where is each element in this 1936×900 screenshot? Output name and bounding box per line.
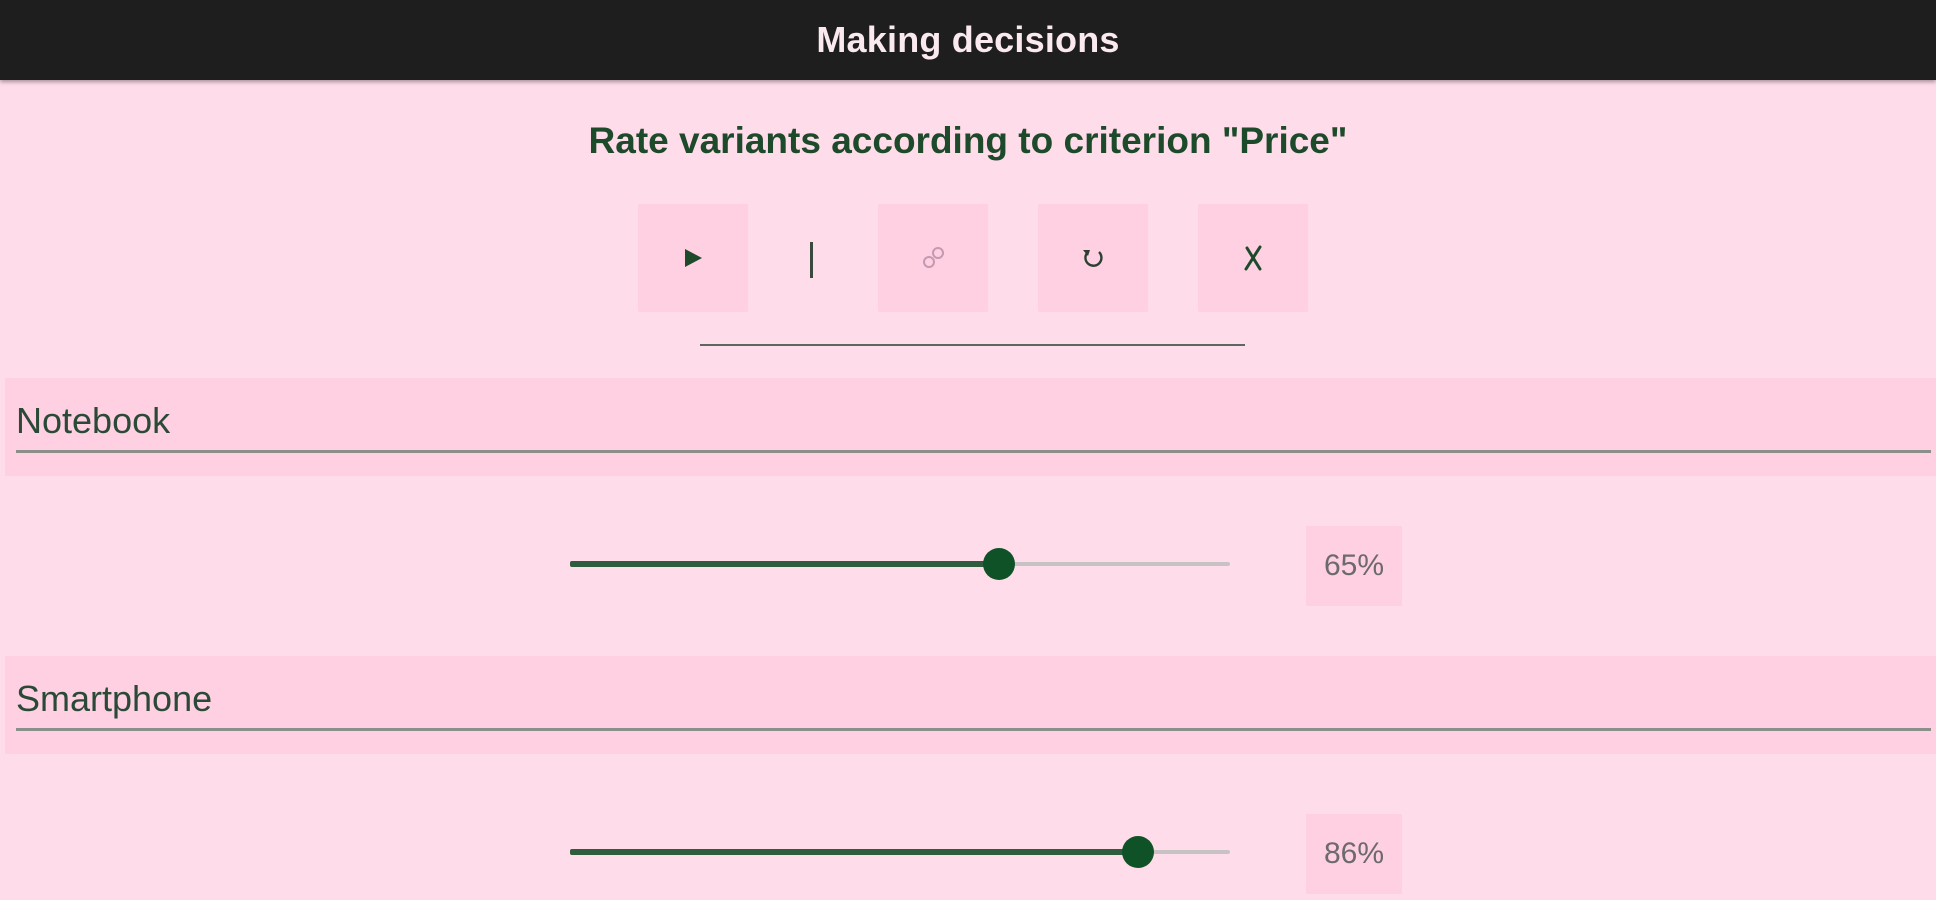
variant-header-line	[16, 450, 1931, 453]
cancel-button[interactable]	[1198, 204, 1308, 312]
link-button[interactable]	[878, 204, 988, 312]
variant-label: Smartphone	[16, 678, 213, 719]
variant-label: Notebook	[16, 400, 171, 441]
rating-value: 86%	[1306, 814, 1402, 894]
slider-fill	[570, 561, 999, 567]
rating-value-text: 65%	[1323, 549, 1385, 582]
variant-header-line	[16, 728, 1931, 731]
slider-thumb[interactable]	[1121, 836, 1154, 868]
app-bar: Making decisions	[0, 0, 1936, 80]
link-icon	[923, 247, 944, 268]
slider-fill	[570, 849, 1138, 855]
rating-value-text: 86%	[1323, 837, 1385, 870]
variant-header: Notebook	[5, 378, 1936, 476]
toolbar-underline	[700, 344, 1245, 346]
close-icon	[1244, 245, 1262, 271]
app-title: Making decisions	[816, 19, 1120, 60]
slider-thumb[interactable]	[983, 548, 1015, 580]
refresh-icon	[1083, 250, 1103, 267]
rating-value: 65%	[1306, 526, 1402, 606]
variant-header: Smartphone	[5, 656, 1936, 754]
refresh-button[interactable]	[1038, 204, 1148, 312]
rating-slider[interactable]	[570, 832, 1230, 872]
play-icon	[685, 249, 702, 267]
play-button[interactable]	[638, 204, 748, 312]
rating-slider[interactable]	[570, 544, 1230, 584]
toolbar-divider	[810, 242, 813, 278]
toolbar	[0, 204, 1936, 314]
instruction-text: Rate variants according to criterion "Pr…	[588, 120, 1348, 161]
